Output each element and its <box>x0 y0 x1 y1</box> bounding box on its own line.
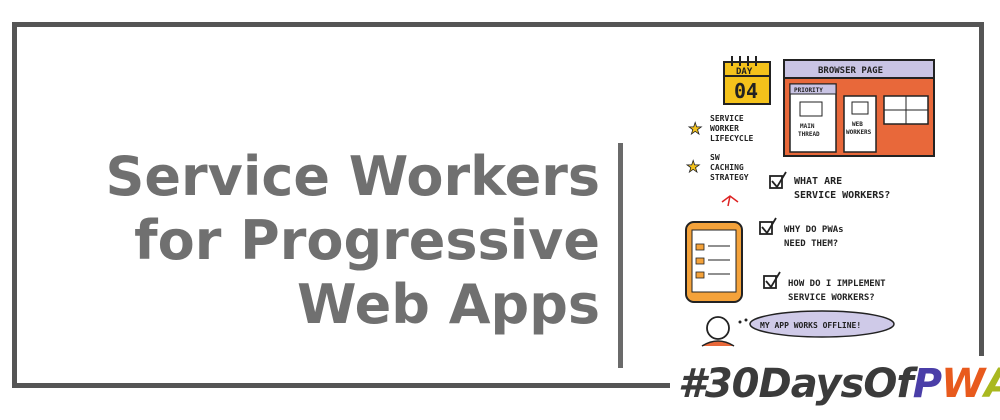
calendar-label: DAY <box>736 67 753 77</box>
star-item-1-line2: WORKER <box>710 124 739 133</box>
check-item-1-line1: WHAT ARE <box>794 176 842 187</box>
star-item-2: ★ SW CACHING STRATEGY <box>686 153 749 182</box>
check-item-2-line1: WHY DO PWAs <box>784 225 844 235</box>
main-thread-line1: MAIN <box>800 123 815 130</box>
browser-page-drawing: BROWSER PAGE PRIORITY MAIN THREAD WEB WO… <box>783 59 935 157</box>
pwa-letter-w: W <box>941 361 985 407</box>
star-item-2-line1: SW <box>710 153 720 162</box>
pwa-letter-p: P <box>912 361 942 407</box>
star-item-2-line2: CACHING <box>710 163 744 172</box>
star-icon: ★ <box>688 119 702 138</box>
star-item-1: ★ SERVICE WORKER LIFECYCLE <box>688 114 754 143</box>
check-item-2-line2: NEED THEM? <box>784 239 838 249</box>
page-title: Service Workers for Progressive Web Apps <box>60 145 600 337</box>
pwa-letter-a: A <box>984 361 1000 407</box>
star-icon: ★ <box>686 157 700 176</box>
main-thread-line2: THREAD <box>798 131 820 138</box>
title-line-2: for Progressive <box>134 209 600 272</box>
person-icon <box>701 316 748 347</box>
check-item-1: WHAT ARE SERVICE WORKERS? <box>769 171 890 201</box>
title-line-1: Service Workers <box>105 145 600 208</box>
calendar-number: 04 <box>734 79 758 103</box>
check-item-3-line1: HOW DO I IMPLEMENT <box>788 279 886 289</box>
check-item-3-line2: SERVICE WORKERS? <box>788 293 875 303</box>
check-item-1-line2: SERVICE WORKERS? <box>794 190 890 201</box>
browser-title: BROWSER PAGE <box>818 66 883 76</box>
bubble-text: MY APP WORKS OFFLINE! <box>760 321 861 330</box>
star-item-1-line3: LIFECYCLE <box>710 134 754 143</box>
sketchnote-illustration: DAY 04 BROWSER PAGE PRIORITY MAIN THREAD… <box>672 46 948 351</box>
vertical-divider <box>618 143 623 368</box>
star-item-1-line1: SERVICE <box>710 114 744 123</box>
hashtag-logo: #30DaysOfPWA <box>670 356 1000 412</box>
check-item-3: HOW DO I IMPLEMENT SERVICE WORKERS? <box>763 271 886 303</box>
speech-bubble: MY APP WORKS OFFLINE! <box>749 310 895 338</box>
title-line-3: Web Apps <box>297 273 600 336</box>
sketchnote-svg: DAY 04 BROWSER PAGE PRIORITY MAIN THREAD… <box>685 56 935 347</box>
priority-label: PRIORITY <box>794 87 823 94</box>
hashtag-prefix: #30DaysOf <box>678 361 914 407</box>
calendar-icon: DAY 04 <box>723 56 771 105</box>
check-item-2: WHY DO PWAs NEED THEM? <box>759 217 844 249</box>
star-item-2-line3: STRATEGY <box>710 173 749 182</box>
web-workers-line2: WORKERS <box>846 129 872 136</box>
web-workers-line1: WEB <box>852 121 863 128</box>
phone-icon <box>685 195 743 303</box>
